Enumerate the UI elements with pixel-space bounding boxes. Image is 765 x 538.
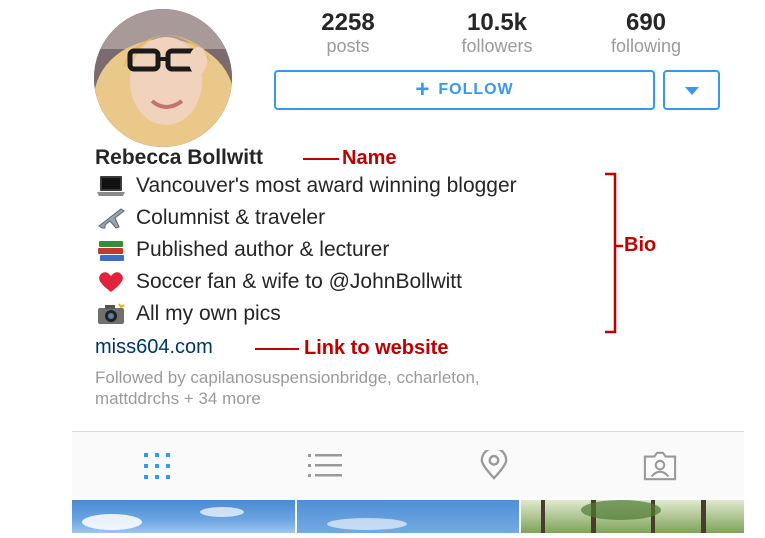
stat-posts: 2258 posts [288, 9, 408, 57]
bio-text: Columnist & traveler [136, 206, 326, 229]
bio-text: Soccer fan & wife to @JohnBollwitt [136, 270, 462, 293]
following-label: following [610, 36, 682, 56]
followers-count: 10.5k [466, 9, 528, 36]
avatar[interactable] [94, 9, 232, 147]
followed-by-line[interactable]: mattddrchs + 34 more [95, 388, 261, 409]
posts-label: posts [326, 36, 370, 56]
sky-photo [327, 518, 407, 530]
heart-icon [99, 272, 123, 292]
posts-count: 2258 [321, 9, 375, 36]
suggestions-dropdown-button[interactable] [663, 70, 720, 110]
chevron-down-icon [685, 87, 699, 95]
list-icon[interactable] [308, 451, 342, 481]
bio-text: All my own pics [136, 302, 281, 325]
bio-line: Published author & lecturer [95, 238, 389, 262]
bio-annotation: Bio [624, 234, 657, 256]
stat-following[interactable]: 690 following [586, 9, 706, 57]
link-annotation-line [255, 348, 299, 350]
follow-label: FOLLOW [438, 81, 514, 98]
post-thumbnail[interactable] [297, 500, 519, 533]
website-link[interactable]: miss604.com [95, 336, 213, 359]
avatar-image [94, 9, 232, 147]
tagged-icon[interactable] [643, 451, 677, 481]
followers-label: followers [461, 36, 533, 56]
grid-icon[interactable] [140, 451, 174, 481]
following-count: 690 [625, 9, 667, 36]
post-thumbnail[interactable] [72, 500, 295, 533]
profile-name: Rebecca Bollwitt [95, 146, 264, 169]
camera-icon [98, 303, 125, 324]
post-thumbnail[interactable] [521, 500, 744, 533]
bio-text: Vancouver's most award winning blogger [136, 174, 517, 197]
books-icon [98, 241, 124, 261]
bio-line: Soccer fan & wife to @JohnBollwitt [95, 270, 462, 294]
location-icon[interactable] [477, 450, 511, 480]
followed-by-line[interactable]: Followed by capilanosuspensionbridge, cc… [95, 367, 480, 388]
laptop-icon [97, 176, 125, 196]
sky-photo [82, 507, 244, 530]
stat-followers[interactable]: 10.5k followers [437, 9, 557, 57]
name-annotation: Name [342, 147, 397, 169]
link-annotation: Link to website [304, 337, 449, 359]
bio-line: Columnist & traveler [95, 206, 325, 230]
follow-button[interactable]: + FOLLOW [274, 70, 655, 110]
bio-line: All my own pics [95, 302, 281, 326]
bio-line: Vancouver's most award winning blogger [95, 174, 517, 198]
forest-photo [541, 500, 706, 533]
bio-text: Published author & lecturer [136, 238, 390, 261]
name-annotation-line [303, 158, 339, 160]
airplane-icon [98, 208, 125, 229]
plus-icon: + [415, 76, 431, 103]
